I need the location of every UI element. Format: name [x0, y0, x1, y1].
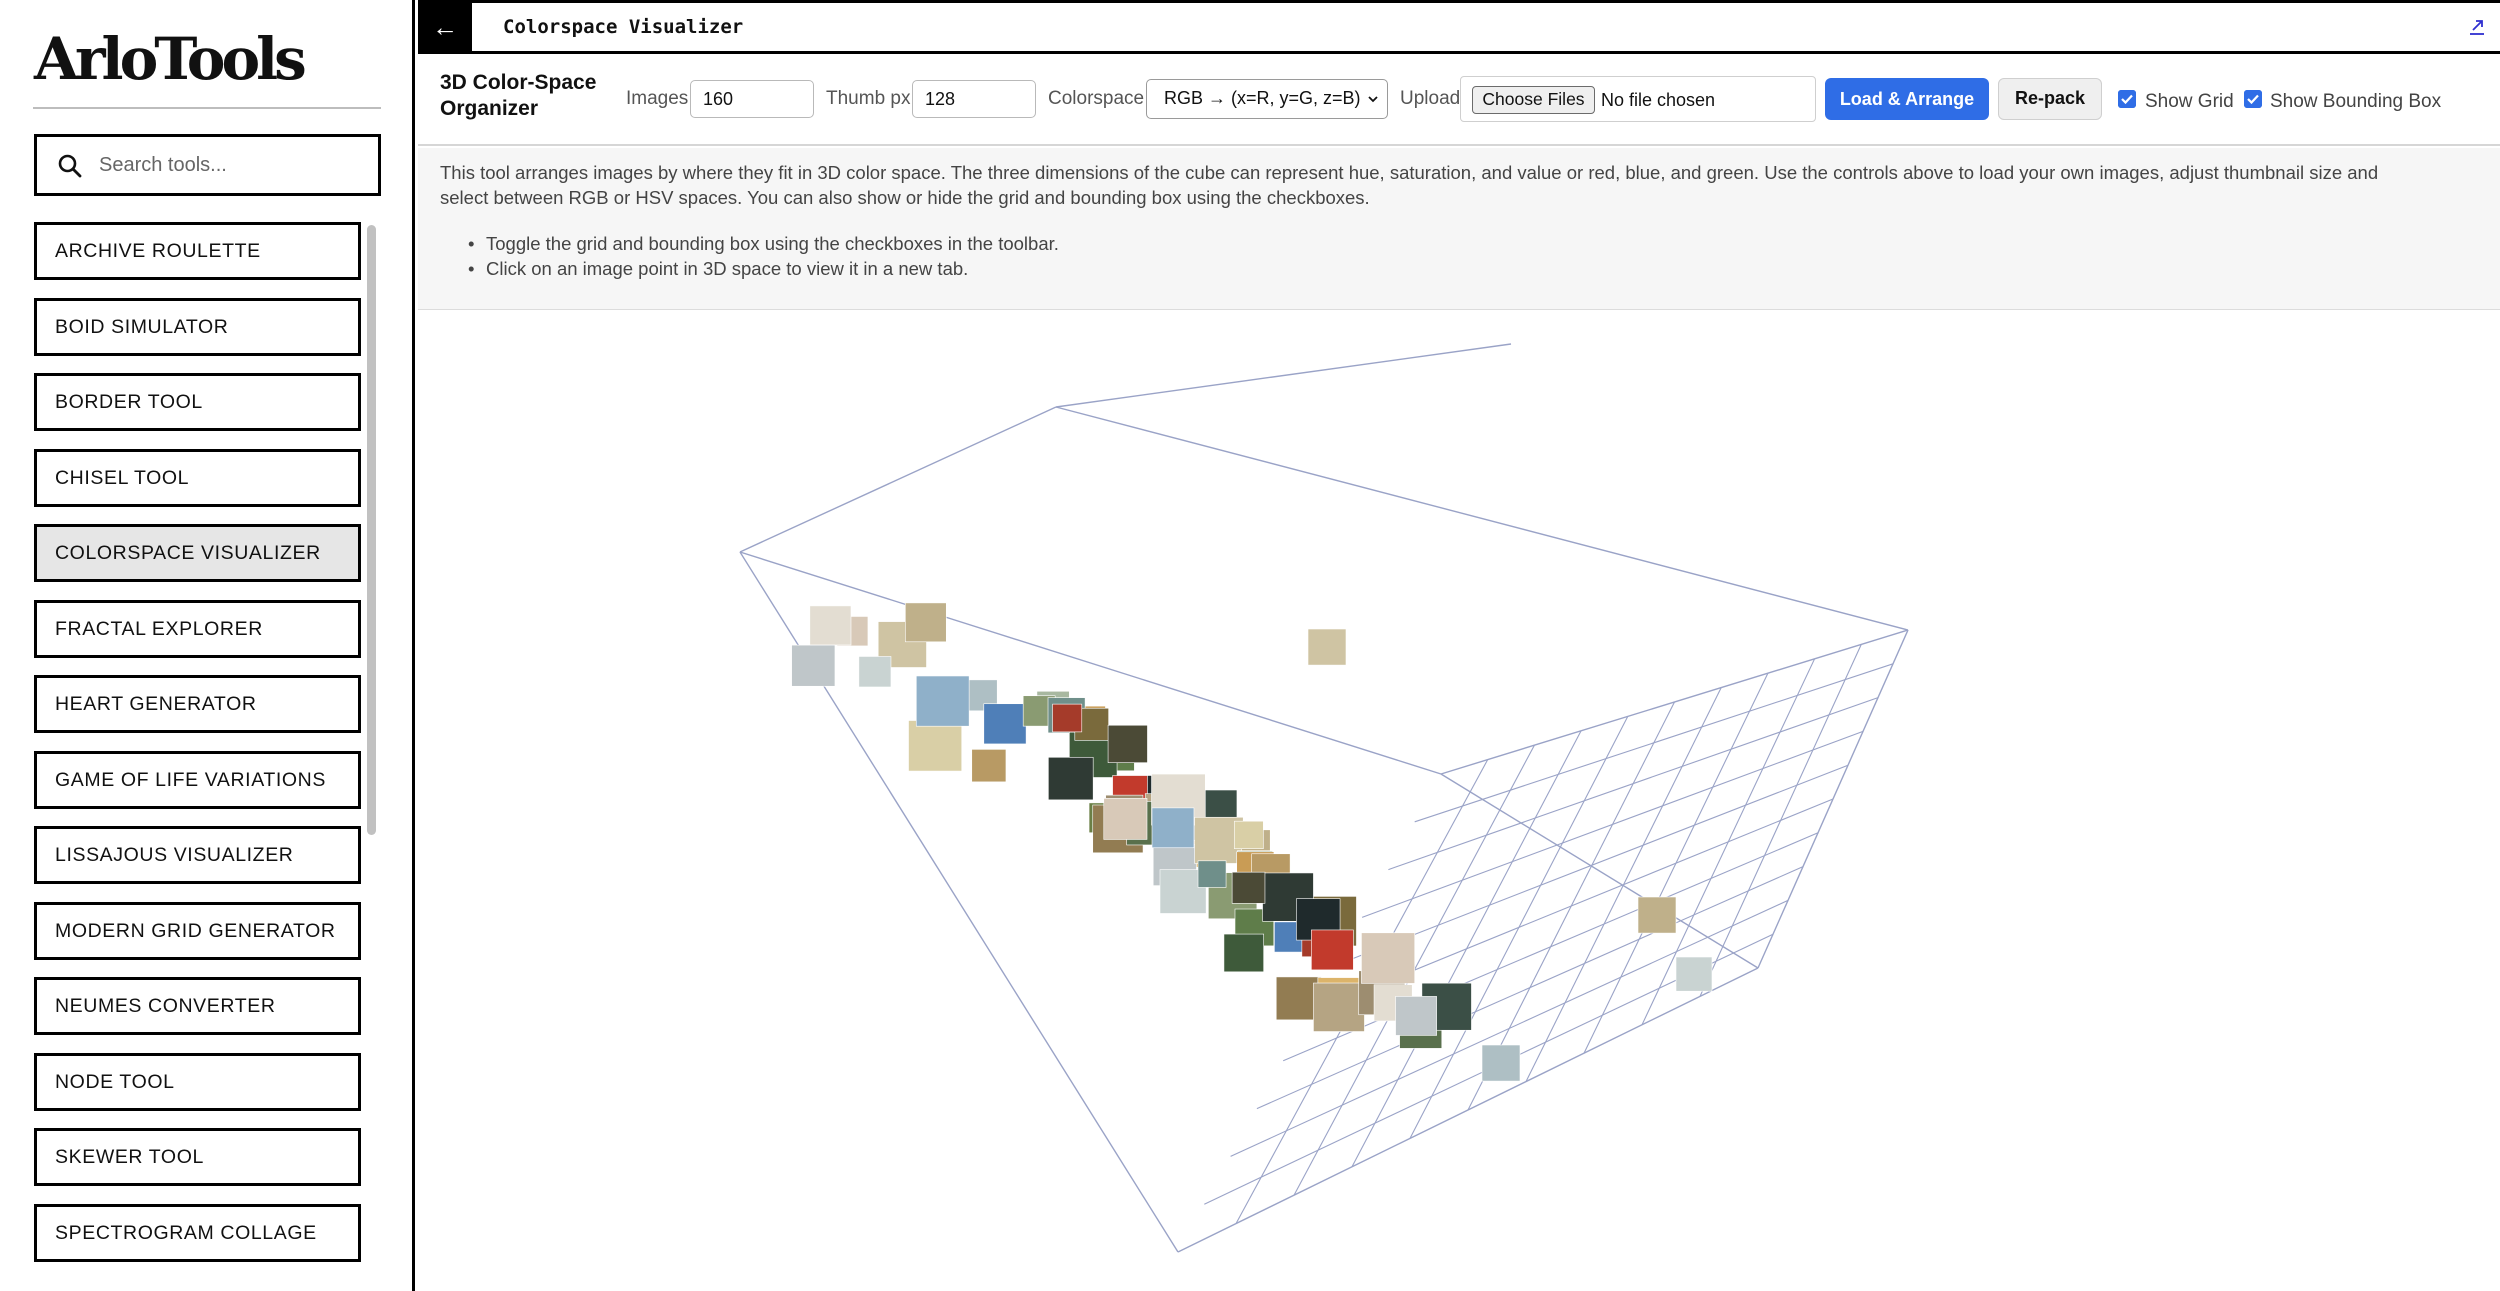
image-thumbnail[interactable]	[971, 749, 1007, 783]
sidebar-item[interactable]: MODERN GRID GENERATOR	[34, 901, 361, 960]
thumb-px-input[interactable]	[912, 80, 1036, 118]
main-panel: ← Colorspace Visualizer 3D Color-Space O…	[418, 0, 2500, 1291]
sidebar-item[interactable]: BOID SIMULATOR	[34, 297, 361, 356]
search-icon	[58, 154, 82, 178]
show-bounding-box-checkbox[interactable]	[2244, 90, 2262, 108]
file-status: No file chosen	[1601, 90, 1716, 110]
image-thumbnail[interactable]	[908, 720, 963, 772]
sidebar: ArloTools ARCHIVE ROULETTE BOID SIMULATOR…	[0, 0, 415, 1291]
image-thumbnail[interactable]	[1052, 703, 1083, 733]
sidebar-item[interactable]: BORDER TOOL	[34, 373, 361, 431]
bbox-edge	[1055, 343, 1512, 408]
image-thumbnail[interactable]	[858, 656, 892, 688]
toolbar: 3D Color-Space Organizer Images Thumb px…	[418, 54, 2500, 146]
choose-files-button[interactable]: Choose Files	[1472, 86, 1595, 114]
image-thumbnail[interactable]	[905, 602, 947, 643]
show-bounding-box-label[interactable]: Show Bounding Box	[2270, 90, 2441, 114]
image-thumbnail[interactable]	[1234, 820, 1264, 850]
3d-viewport[interactable]	[418, 311, 2500, 1291]
image-thumbnail[interactable]	[1223, 933, 1264, 973]
sidebar-item[interactable]: COLORSPACE VISUALIZER	[34, 524, 361, 582]
image-thumbnail[interactable]	[1307, 628, 1347, 666]
grid-line	[1525, 687, 1722, 1082]
search-input[interactable]	[99, 147, 369, 183]
show-grid-checkbox[interactable]	[2118, 90, 2136, 108]
logo[interactable]: ArloTools	[34, 14, 307, 104]
bbox-edge	[739, 406, 1057, 553]
image-thumbnail[interactable]	[1103, 798, 1148, 840]
file-upload[interactable]: Choose Files No file chosen	[1460, 76, 1816, 122]
colorspace-select[interactable]: RGB → (x=R, y=G, z=B)	[1146, 79, 1388, 119]
sidebar-item[interactable]: GAME OF LIFE VARIATIONS	[34, 750, 361, 809]
color-cube-scene[interactable]	[418, 311, 2500, 1291]
sidebar-item[interactable]: LISSAJOUS VISUALIZER	[34, 826, 361, 884]
image-thumbnail[interactable]	[1395, 996, 1437, 1036]
popout-icon[interactable]	[2466, 15, 2488, 37]
sidebar-item[interactable]: ARCHIVE ROULETTE	[34, 222, 361, 280]
image-thumbnail[interactable]	[983, 703, 1027, 745]
image-thumbnail[interactable]	[915, 675, 970, 727]
sidebar-item[interactable]: SPECTROGRAM COLLAGE	[34, 1203, 361, 1262]
sidebar-scrollbar[interactable]	[367, 225, 376, 835]
image-thumbnail[interactable]	[1361, 932, 1416, 984]
images-label: Images	[626, 88, 689, 109]
image-thumbnails	[791, 602, 1713, 1082]
thumb-px-label: Thumb px	[826, 88, 911, 109]
tip-item: Click on an image point in 3D space to v…	[468, 256, 1059, 281]
image-thumbnail[interactable]	[1231, 871, 1266, 904]
show-grid-label[interactable]: Show Grid	[2145, 90, 2234, 114]
image-thumbnail[interactable]	[809, 605, 852, 646]
sidebar-item[interactable]: NODE TOOL	[34, 1052, 361, 1111]
info-tips: Toggle the grid and bounding box using t…	[468, 231, 1059, 281]
upload-label: Upload	[1400, 88, 1461, 109]
grid-line	[1583, 672, 1769, 1054]
tip-item: Toggle the grid and bounding box using t…	[468, 231, 1059, 256]
logo-text: ArloTools	[34, 25, 307, 93]
logo-divider	[33, 107, 381, 109]
app-title: Colorspace Visualizer	[503, 16, 744, 38]
tool-heading: 3D Color-Space Organizer	[440, 71, 597, 120]
bbox-edge	[1757, 629, 1909, 969]
grid-line	[1699, 644, 1862, 997]
image-thumbnail[interactable]	[1313, 982, 1365, 1032]
image-thumbnail[interactable]	[791, 644, 836, 687]
sidebar-item[interactable]: CHISEL TOOL	[34, 448, 361, 507]
colorspace-value: RGB → (x=R, y=G, z=B)	[1164, 88, 1361, 108]
info-description: This tool arranges images by where they …	[440, 162, 2379, 208]
image-thumbnail[interactable]	[1151, 807, 1195, 849]
grid-line	[1641, 658, 1816, 1026]
info-panel: This tool arranges images by where they …	[418, 148, 2500, 310]
repack-button[interactable]: Re-pack	[1998, 78, 2102, 120]
image-thumbnail[interactable]	[1311, 929, 1354, 971]
bbox-edge	[1440, 629, 1909, 775]
sidebar-item[interactable]: SKEWER TOOL	[34, 1128, 361, 1186]
sidebar-item[interactable]: HEART GENERATOR	[34, 675, 361, 733]
titlebar: ← Colorspace Visualizer	[418, 0, 2500, 54]
load-arrange-button[interactable]: Load & Arrange	[1825, 78, 1989, 120]
sidebar-item[interactable]: NEUMES CONVERTER	[34, 977, 361, 1035]
images-input[interactable]	[690, 80, 814, 118]
image-thumbnail[interactable]	[1637, 896, 1677, 934]
back-button[interactable]: ←	[418, 3, 472, 51]
image-thumbnail[interactable]	[1481, 1044, 1521, 1082]
image-thumbnail[interactable]	[1107, 724, 1148, 763]
tool-list: ARCHIVE ROULETTE BOID SIMULATOR BORDER TOO…	[34, 222, 362, 1291]
search-box[interactable]	[34, 134, 381, 196]
image-thumbnail[interactable]	[1048, 756, 1094, 801]
bbox-edge	[1055, 406, 1909, 631]
sidebar-item[interactable]: FRACTAL EXPLORER	[34, 599, 361, 658]
image-thumbnail[interactable]	[1197, 860, 1227, 888]
bounding-box	[739, 343, 1909, 1253]
image-thumbnail[interactable]	[1675, 956, 1713, 992]
chevron-down-icon	[1368, 96, 1378, 103]
colorspace-label: Colorspace	[1048, 88, 1145, 109]
